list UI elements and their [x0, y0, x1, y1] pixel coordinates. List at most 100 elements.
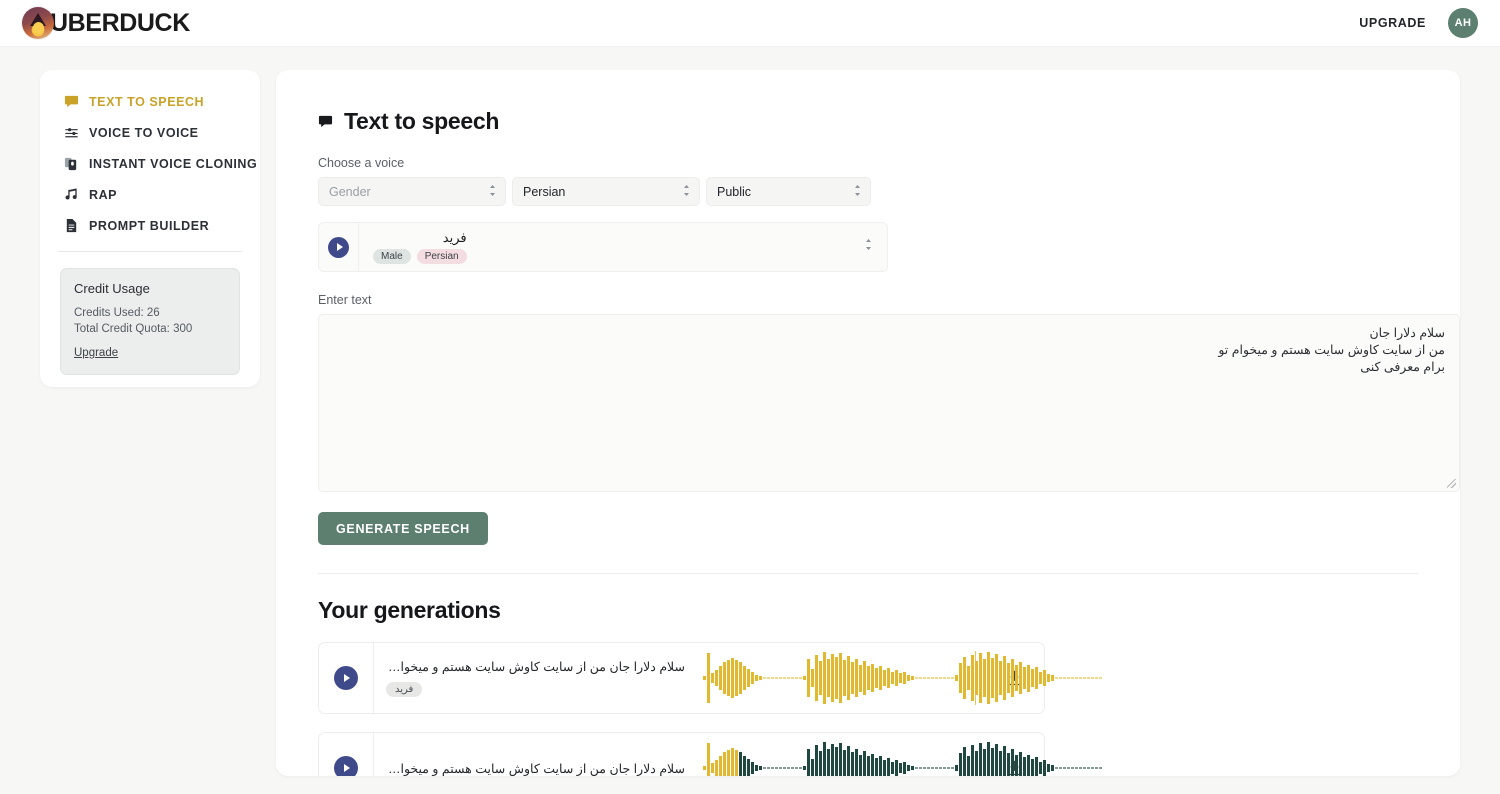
waveform-bar: [1035, 667, 1038, 689]
text-input[interactable]: سلام دلارا جان من از سایت کاوش سایت هستم…: [318, 314, 1460, 492]
voice-info: فرید Male Persian: [359, 230, 467, 264]
chevron-updown-icon: [864, 238, 873, 256]
sidebar-item-rap[interactable]: RAP: [40, 179, 260, 210]
waveform-bar: [907, 674, 910, 682]
waveform-bar: [975, 751, 978, 776]
waveform-bar: [995, 654, 998, 702]
sidebar-item-prompt-builder[interactable]: PROMPT BUILDER: [40, 210, 260, 241]
waveform-bar: [899, 673, 902, 683]
waveform-bar: [803, 765, 806, 771]
waveform-bar: [855, 749, 858, 776]
waveform-bar: [819, 661, 822, 695]
waveform-bar: [903, 762, 906, 774]
waveform-bar: [1071, 677, 1074, 679]
waveform-bar: [747, 758, 750, 776]
avatar[interactable]: AH: [1448, 8, 1478, 38]
credit-upgrade-link[interactable]: Upgrade: [74, 347, 118, 359]
waveform-bar: [999, 750, 1002, 776]
sidebar-item-instant-voice-cloning[interactable]: INSTANT VOICE CLONING: [40, 148, 260, 179]
waveform-bar: [831, 744, 834, 776]
waveform-bar: [1099, 677, 1102, 679]
app-root: UBERDUCK UPGRADE AH TEXT TO SPEECH VOICE…: [0, 0, 1500, 794]
waveform-bar: [1071, 767, 1074, 769]
generation-play-cell: [319, 733, 374, 776]
waveform[interactable]: [699, 733, 1102, 776]
waveform-bar: [951, 767, 954, 769]
waveform-bar: [731, 658, 734, 698]
waveform-bar: [839, 653, 842, 703]
play-icon[interactable]: [334, 666, 358, 690]
sliders-icon: [64, 125, 79, 140]
generate-speech-button[interactable]: GENERATE SPEECH: [318, 512, 488, 545]
waveform-bar: [1027, 754, 1030, 776]
waveform-bar: [1043, 759, 1046, 776]
waveform-bar: [987, 742, 990, 776]
waveform-bar: [711, 673, 714, 683]
play-icon[interactable]: [334, 756, 358, 776]
waveform-bar: [819, 751, 822, 776]
speech-bubble-icon: [318, 114, 333, 129]
waveform-bar: [927, 677, 930, 679]
generation-voice-tag: فرید: [386, 682, 423, 697]
waveform-bar: [823, 742, 826, 776]
sidebar-item-label: INSTANT VOICE CLONING: [89, 156, 258, 171]
waveform-bar: [847, 656, 850, 700]
waveform-bar: [867, 666, 870, 690]
section-divider: [318, 573, 1418, 574]
generation-row[interactable]: سلام دلارا جان من از سایت کاوش سایت هستم…: [318, 642, 1102, 714]
waveform-bar: [1091, 677, 1094, 679]
sidebar-item-voice-to-voice[interactable]: VOICE TO VOICE: [40, 117, 260, 148]
sidebar-item-label: VOICE TO VOICE: [89, 125, 199, 140]
waveform-bar: [835, 747, 838, 776]
waveform-bar: [799, 677, 802, 679]
waveform-bar: [927, 767, 930, 769]
waveform-bar: [1015, 755, 1018, 776]
waveform[interactable]: [699, 643, 1102, 713]
waveform-bar: [867, 756, 870, 776]
waveform-bar: [1099, 767, 1102, 769]
waveform-bar: [759, 766, 762, 770]
waveform-bar: [919, 677, 922, 679]
waveform-bar: [723, 662, 726, 694]
waveform-bar: [755, 764, 758, 772]
waveform-bar: [703, 766, 706, 770]
visibility-select[interactable]: Public: [706, 177, 871, 206]
waveform-bar: [879, 666, 882, 690]
waveform-bar: [751, 762, 754, 774]
generation-row[interactable]: سلام دلارا جان من از سایت کاوش سایت هستم…: [318, 732, 1102, 776]
document-icon: [64, 218, 79, 233]
waveform-bar: [791, 677, 794, 679]
upgrade-button[interactable]: UPGRADE: [1359, 16, 1426, 30]
waveform-bar: [875, 668, 878, 688]
textarea-resize-handle[interactable]: [1447, 479, 1456, 488]
waveform-bar: [1003, 746, 1006, 776]
waveform-bar: [859, 754, 862, 776]
waveform-bar: [915, 767, 918, 769]
language-select[interactable]: Persian: [512, 177, 700, 206]
brand-logo[interactable]: UBERDUCK: [22, 7, 190, 39]
waveform-bar: [995, 744, 998, 776]
waveform-bar: [931, 767, 934, 769]
waveform-bar: [907, 764, 910, 772]
waveform-bar: [971, 655, 974, 701]
sidebar-item-text-to-speech[interactable]: TEXT TO SPEECH: [40, 86, 260, 117]
waveform-bar: [1015, 665, 1018, 691]
waveform-bar: [835, 657, 838, 699]
waveform-bar: [831, 654, 834, 702]
waveform-bar: [1023, 667, 1026, 689]
selected-voice-row[interactable]: فرید Male Persian: [318, 222, 888, 272]
waveform-bar: [979, 743, 982, 776]
waveform-bar: [947, 767, 950, 769]
app-header: UBERDUCK UPGRADE AH: [0, 0, 1500, 47]
waveform-bar: [727, 750, 730, 776]
play-icon[interactable]: [328, 236, 349, 258]
waveform-bar: [923, 677, 926, 679]
waveform-bar: [799, 767, 802, 769]
waveform-bar: [891, 761, 894, 775]
gender-select[interactable]: Gender: [318, 177, 506, 206]
waveform-bar: [779, 677, 782, 679]
waveform-bar: [751, 672, 754, 684]
waveform-bar: [1087, 767, 1090, 769]
waveform-bar: [723, 752, 726, 776]
waveform-bar: [859, 664, 862, 692]
